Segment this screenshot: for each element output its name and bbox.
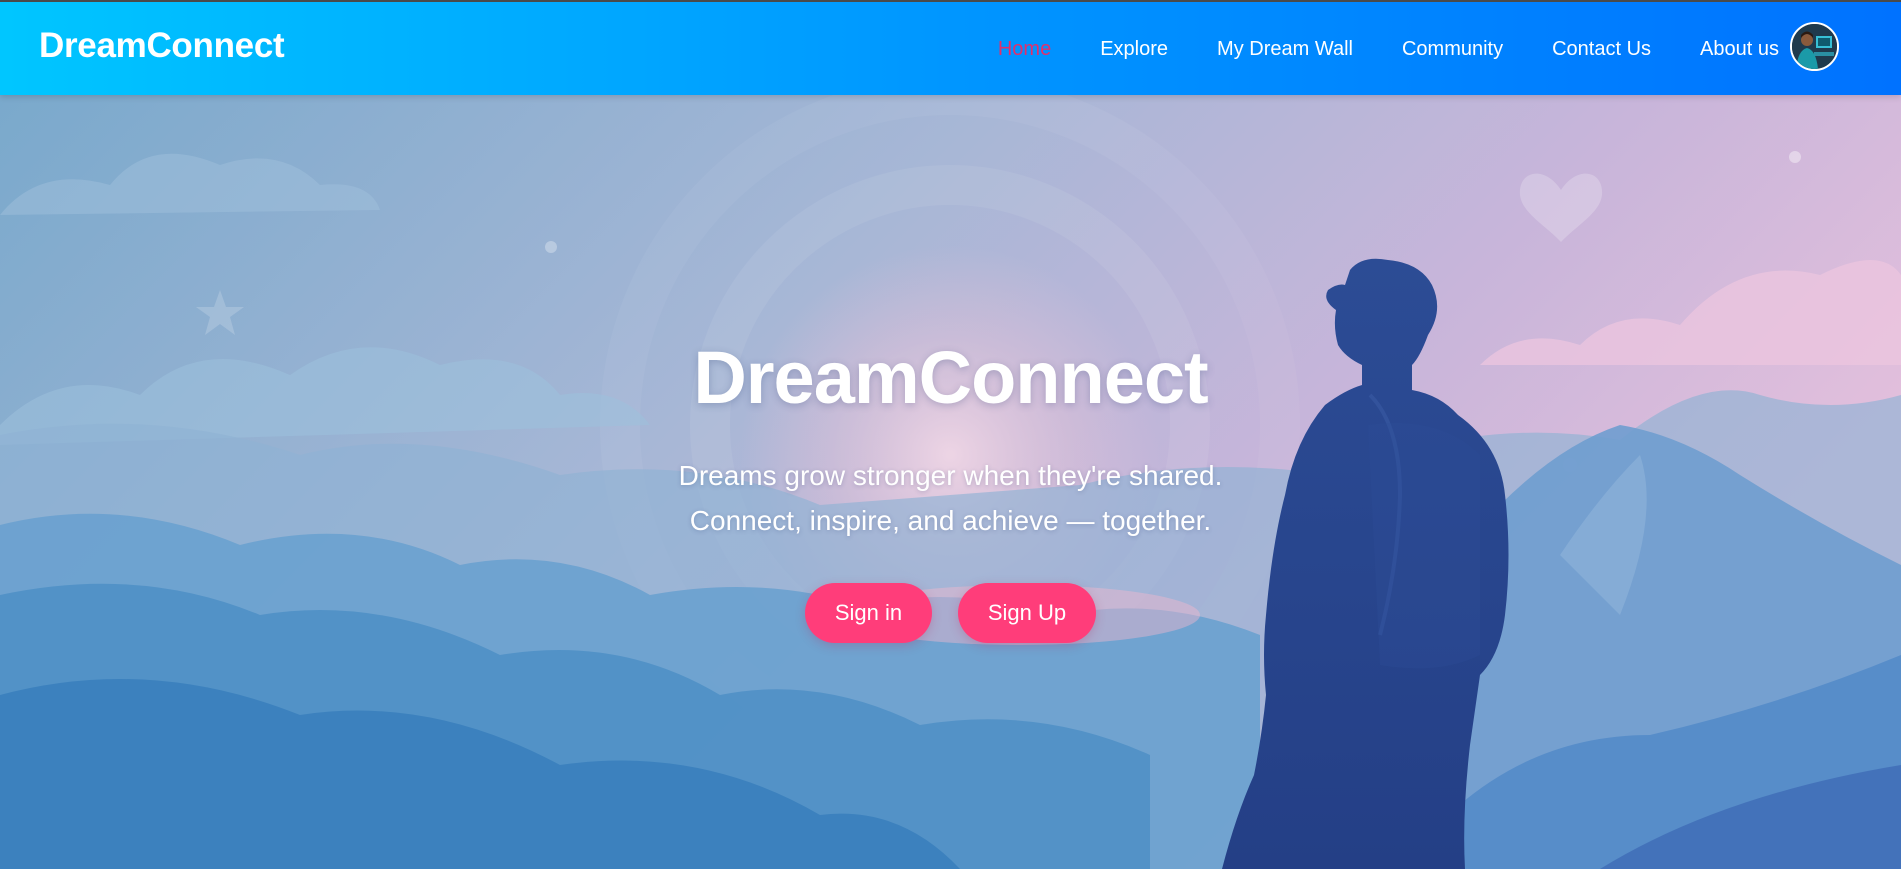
sign-up-button[interactable]: Sign Up [958, 583, 1096, 643]
nav-contact-link[interactable]: Contact Us [1552, 38, 1651, 60]
nav-community-link[interactable]: Community [1402, 38, 1503, 60]
brand-logo[interactable]: DreamConnect [39, 26, 285, 66]
top-navbar: DreamConnect Home Explore My Dream Wall … [0, 0, 1901, 95]
hero-subtitle-line-2: Connect, inspire, and achieve — together… [689, 505, 1212, 536]
nav-dream-wall-link[interactable]: My Dream Wall [1217, 38, 1353, 60]
nav-about-link[interactable]: About us [1700, 38, 1779, 60]
avatar-image [1792, 24, 1837, 69]
nav-menu: Home Explore My Dream Wall Community Con… [998, 2, 1779, 97]
hero-title: DreamConnect [693, 336, 1208, 419]
hero-subtitle-line-1: Dreams grow stronger when they're shared… [678, 460, 1223, 491]
nav-home-link[interactable]: Home [998, 38, 1051, 60]
nav-explore-link[interactable]: Explore [1100, 38, 1168, 60]
hero-content: DreamConnect Dreams grow stronger when t… [0, 95, 1901, 869]
hero-section: DreamConnect Dreams grow stronger when t… [0, 95, 1901, 869]
sign-in-button[interactable]: Sign in [805, 583, 932, 643]
user-avatar[interactable] [1790, 22, 1839, 71]
